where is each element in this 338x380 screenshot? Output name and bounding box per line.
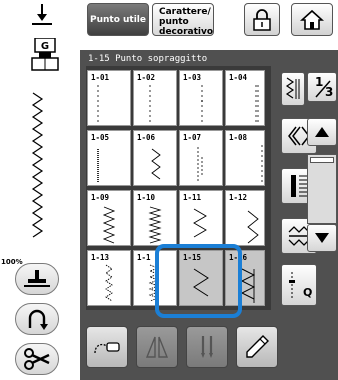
stitch-pattern-icon — [197, 147, 203, 183]
stitch-cell-1-13[interactable]: 1-13 — [87, 250, 131, 306]
stitch-number: 1-1 — [137, 253, 151, 262]
stitch-number: 1-05 — [91, 133, 110, 142]
tab-deco-line-2: punto — [159, 17, 189, 27]
scissors-icon — [24, 348, 50, 370]
stitch-pattern-icon — [255, 85, 259, 123]
stitch-cell-1-03[interactable]: 1-03 — [179, 70, 223, 126]
thread-cut-button[interactable] — [15, 343, 59, 375]
pencil-icon — [246, 335, 269, 358]
reverse-stitch-icon — [28, 309, 48, 330]
stitch-cell-1-11[interactable]: 1-11 — [179, 190, 223, 246]
scroll-up-button[interactable] — [307, 118, 337, 146]
twin-needle-icon — [201, 336, 213, 358]
triangle-up-icon — [315, 127, 329, 137]
stitch-cell-1-05[interactable]: 1-05 — [87, 130, 131, 186]
home-icon — [300, 9, 324, 30]
stitch-pattern-icon — [97, 149, 99, 183]
stitch-number: 1-12 — [229, 193, 248, 202]
mirror-icon — [145, 336, 169, 358]
scrollbar-track[interactable] — [307, 154, 337, 224]
stitch-width-icon — [285, 77, 300, 99]
stitch-number: 1-13 — [91, 253, 110, 262]
foot-q-icon: Q — [289, 272, 312, 299]
stitch-pattern-icon — [97, 85, 99, 123]
stitch-pattern-icon — [148, 206, 162, 244]
stitch-cell-1-01[interactable]: 1-01 — [87, 70, 131, 126]
stitch-pattern-icon — [102, 206, 116, 244]
stitch-pattern-icon — [193, 208, 207, 238]
needle-position-icon[interactable] — [28, 4, 56, 26]
stitch-number: 1-02 — [137, 73, 156, 82]
selection-highlight — [155, 244, 242, 318]
stitch-number: 1-03 — [183, 73, 202, 82]
stitch-pattern-icon — [261, 145, 263, 183]
reverse-button[interactable] — [15, 303, 59, 335]
scroll-down-button[interactable] — [307, 224, 337, 252]
stitch-number: 1-01 — [91, 73, 110, 82]
presser-foot-icon: G — [31, 38, 59, 71]
q-foot-button[interactable]: Q — [281, 264, 317, 306]
stitch-number: 1-10 — [137, 193, 156, 202]
tab-decorative-stitch[interactable]: Carattere/ punto decorativo — [152, 3, 214, 37]
stitch-cell-1-07[interactable]: 1-07 — [179, 130, 223, 186]
stitch-cell-1-06[interactable]: 1-06 — [133, 130, 177, 186]
scrollbar-thumb[interactable] — [310, 157, 334, 163]
tab-utility-label: Punto utile — [89, 14, 146, 25]
sewing-machine-screen: G 100% Punto utile Carattere/ punto deco… — [0, 0, 338, 380]
stitch-width-label: 100% — [1, 258, 23, 266]
foot-lift-icon — [24, 270, 50, 287]
stitch-preview-icon — [31, 92, 44, 238]
twin-needle-button[interactable] — [186, 326, 228, 368]
stitch-width-tool[interactable] — [281, 72, 305, 106]
tab-deco-line-3: decorativo — [159, 27, 214, 37]
home-button[interactable] — [291, 3, 333, 36]
selected-stitch-title: 1-15 Punto sopraggitto — [88, 54, 208, 64]
stitch-cell-1-12[interactable]: 1-12 — [225, 190, 265, 246]
stitch-number: 1-04 — [229, 73, 248, 82]
stitch-pattern-icon — [247, 210, 259, 244]
tab-deco-line-1: Carattere/ — [159, 7, 211, 17]
stitch-number: 1-08 — [229, 133, 248, 142]
stitch-pattern-icon — [151, 148, 161, 180]
stitch-number: 1-07 — [183, 133, 202, 142]
mirror-image-button[interactable] — [136, 326, 178, 368]
left-column: G 100% — [0, 0, 75, 380]
thread-spool-icon — [94, 342, 120, 354]
stitch-cell-1-09[interactable]: 1-09 — [87, 190, 131, 246]
stitch-cell-1-10[interactable]: 1-10 — [133, 190, 177, 246]
stitch-pattern-icon — [105, 264, 113, 302]
stitch-cell-1-08[interactable]: 1-08 — [225, 130, 265, 186]
page-indicator: 1 3 — [307, 72, 337, 102]
stitch-pattern-icon — [149, 85, 151, 123]
page-total: 3 — [325, 85, 334, 99]
presser-foot-button[interactable] — [15, 263, 59, 295]
lock-button[interactable] — [244, 3, 280, 36]
stitch-number: 1-09 — [91, 193, 110, 202]
tab-utility-stitch[interactable]: Punto utile — [87, 3, 149, 36]
lock-icon — [253, 8, 271, 31]
edit-button[interactable] — [236, 326, 278, 368]
stitch-pattern-icon — [201, 85, 203, 123]
stitch-number: 1-06 — [137, 133, 156, 142]
foot-letter: G — [41, 41, 49, 52]
svg-text:Q: Q — [303, 286, 312, 299]
stitch-cell-1-02[interactable]: 1-02 — [133, 70, 177, 126]
triangle-down-icon — [315, 233, 329, 243]
stitch-cell-1-04[interactable]: 1-04 — [225, 70, 265, 126]
density-icon — [291, 175, 307, 197]
memory-button[interactable] — [86, 326, 128, 368]
stitch-number: 1-11 — [183, 193, 202, 202]
